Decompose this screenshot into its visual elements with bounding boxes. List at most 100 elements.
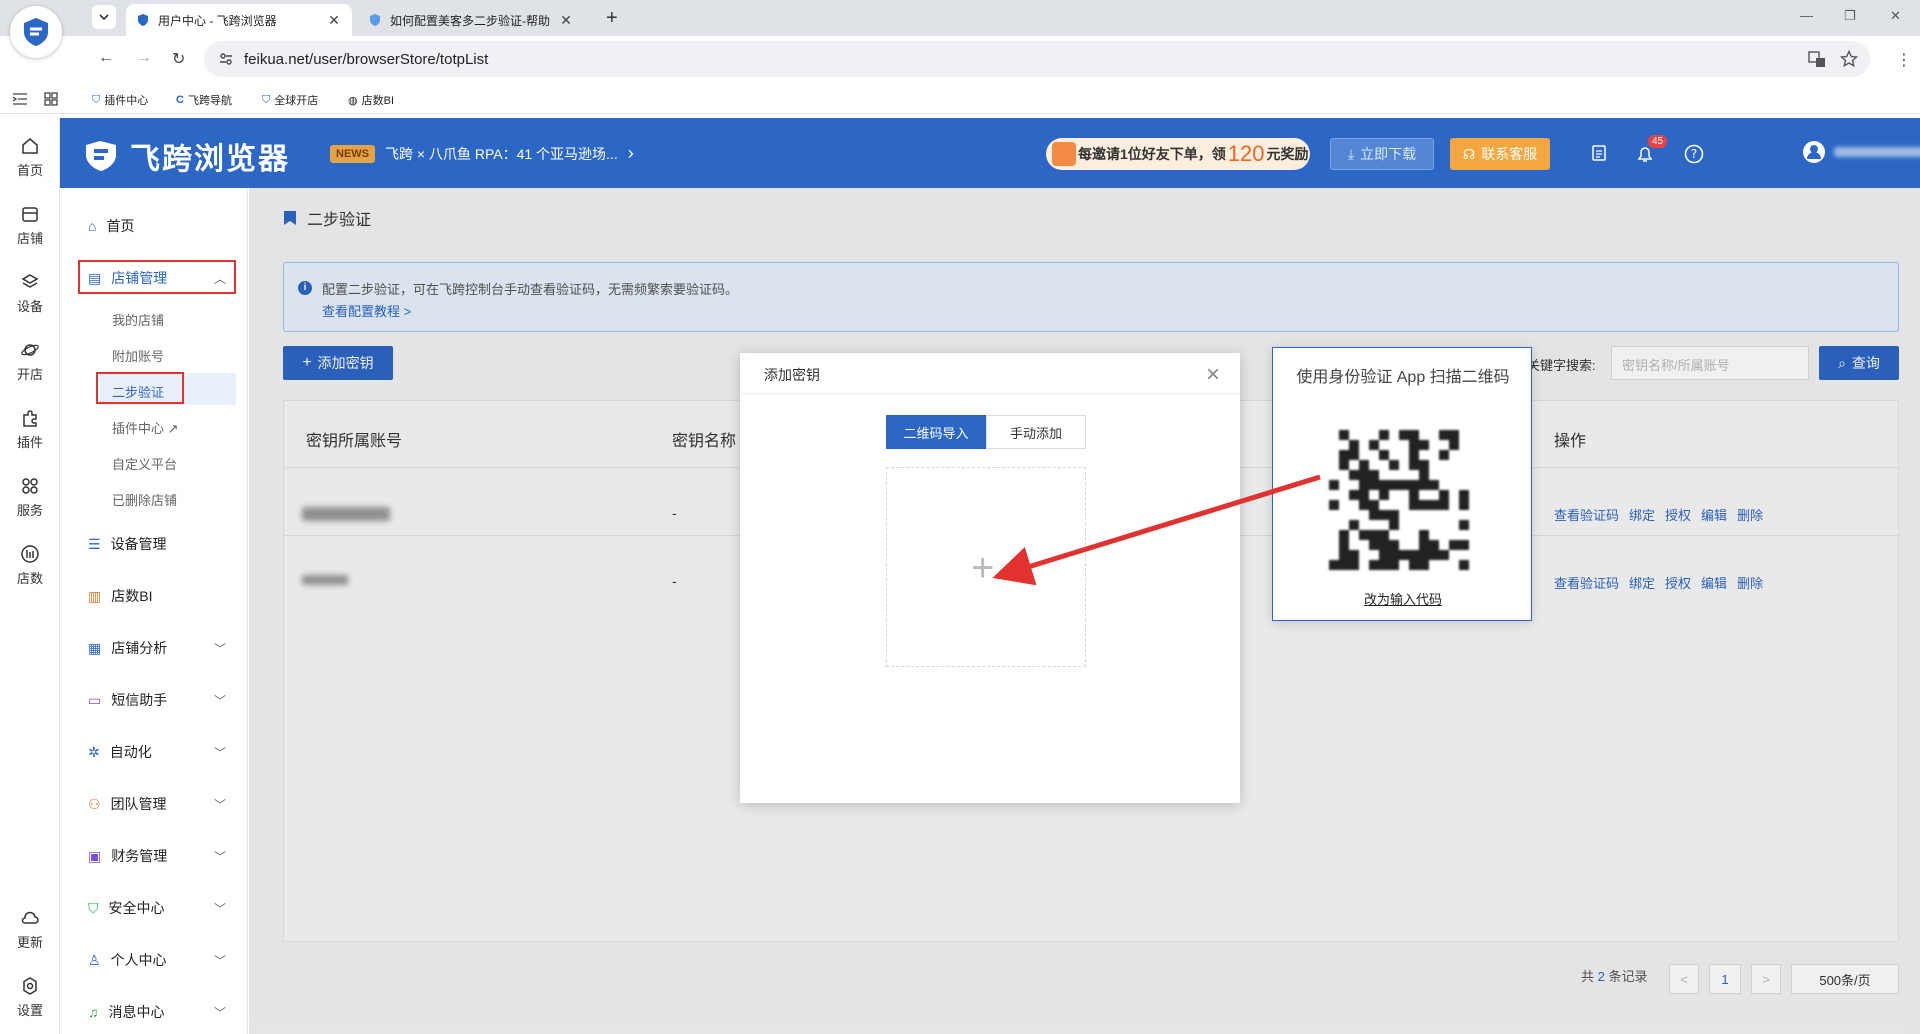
- rail-home[interactable]: 首页: [0, 136, 60, 179]
- qr-module: [1419, 440, 1429, 450]
- tab-qr-import[interactable]: 二维码导入: [886, 415, 986, 449]
- grid-icon: ▦: [88, 639, 102, 656]
- wallet-icon: ▣: [88, 847, 102, 864]
- user-menu[interactable]: ▼: [1802, 140, 1920, 164]
- tab-close-button[interactable]: ✕: [326, 12, 342, 29]
- rail-store[interactable]: 店铺: [0, 204, 60, 247]
- modal-title: 添加密钥: [764, 367, 820, 383]
- tab-close-button[interactable]: ✕: [558, 12, 574, 29]
- bookmark-feikua-nav[interactable]: C 飞跨导航: [176, 92, 232, 108]
- qr-module: [1439, 450, 1449, 460]
- browser-menu-icon[interactable]: ⋮: [1896, 50, 1912, 70]
- close-window-button[interactable]: ✕: [1890, 8, 1901, 24]
- app-logo[interactable]: 飞跨浏览器: [82, 134, 290, 178]
- sidebar-item-messages[interactable]: ♫ 消息中心 ﹀: [60, 994, 248, 1030]
- qr-module: [1419, 530, 1429, 540]
- qr-module: [1409, 550, 1419, 560]
- help-circle-icon[interactable]: ?: [1684, 144, 1704, 164]
- sidebar-item-sms-assistant[interactable]: ▭ 短信助手 ﹀: [60, 682, 248, 718]
- sidebar-item-automation[interactable]: ✲ 自动化 ﹀: [60, 734, 248, 770]
- qr-module: [1409, 500, 1419, 510]
- rail-settings[interactable]: 设置: [0, 976, 60, 1019]
- qr-module: [1419, 470, 1429, 480]
- download-button[interactable]: ⤓ 立即下载: [1330, 138, 1434, 170]
- sidebar-sub-my-stores[interactable]: 我的店铺: [112, 310, 164, 329]
- bookmark-global-store[interactable]: ⛉ 全球开店: [262, 92, 318, 108]
- sidebar-item-security[interactable]: ⛉ 安全中心 ﹀: [60, 890, 248, 926]
- sidebar-sub-deleted-stores[interactable]: 已删除店铺: [112, 490, 177, 509]
- notification-count-badge: 45: [1648, 135, 1668, 148]
- qr-module: [1379, 560, 1389, 570]
- sidebar-sub-plugin-center[interactable]: 插件中心 ↗: [112, 418, 179, 437]
- planet-icon: [21, 344, 39, 356]
- rail-plugins[interactable]: 插件: [0, 408, 60, 451]
- home-icon: ⌂: [88, 218, 97, 234]
- puzzle-icon: [23, 410, 37, 427]
- promo-suffix: 元奖励: [1266, 146, 1309, 162]
- sidebar-item-store-bi[interactable]: ▥ 店数BI: [60, 578, 248, 614]
- sidebar-item-finance[interactable]: ▣ 财务管理 ﹀: [60, 838, 248, 874]
- qr-module: [1349, 550, 1359, 560]
- sidebar-item-devices[interactable]: ☰ 设备管理: [60, 526, 248, 562]
- promo-text: 每邀请1位好友下单，领: [1078, 146, 1226, 162]
- sidebar-sub-extra-accounts[interactable]: 附加账号: [112, 346, 164, 365]
- bookmark-plugin-center[interactable]: ⛉ 插件中心: [92, 92, 148, 108]
- enter-code-link[interactable]: 改为输入代码: [1273, 589, 1533, 608]
- promo-amount: 120: [1227, 141, 1265, 166]
- contact-support-button[interactable]: ☊ 联系客服: [1450, 138, 1550, 170]
- rail-store-bi[interactable]: 店数: [0, 544, 60, 587]
- qr-module: [1409, 450, 1419, 460]
- bookmark-star-icon[interactable]: [1840, 50, 1858, 68]
- qr-scan-popup: 使用身份验证 App 扫描二维码 改为输入代码: [1272, 347, 1532, 621]
- sidebar-toggle-icon[interactable]: [12, 92, 28, 106]
- shield-check-icon: ⛉: [88, 899, 99, 916]
- qr-module: [1389, 560, 1399, 570]
- qr-module: [1389, 510, 1399, 520]
- restore-button[interactable]: ❐: [1844, 8, 1856, 24]
- tab-user-center[interactable]: 用户中心 - 飞跨浏览器 ✕: [126, 4, 352, 36]
- news-ticker[interactable]: NEWS 飞跨 × 八爪鱼 RPA：41 个亚马逊场... ›: [330, 143, 634, 164]
- sidebar-item-profile[interactable]: ♙ 个人中心 ﹀: [60, 942, 248, 978]
- invite-promo-banner[interactable]: 每邀请1位好友下单，领 120 元奖励: [1046, 138, 1310, 170]
- bookmark-label: 全球开店: [274, 95, 319, 107]
- rail-devices[interactable]: 设备: [0, 272, 60, 315]
- sidebar-sub-custom-platform[interactable]: 自定义平台: [112, 454, 177, 473]
- sidebar-item-label: 设备管理: [110, 536, 167, 552]
- back-button[interactable]: ←: [98, 49, 114, 67]
- tab-search-button[interactable]: [92, 5, 116, 29]
- qr-module: [1349, 470, 1359, 480]
- document-icon[interactable]: [1590, 144, 1608, 162]
- reload-button[interactable]: ↻: [172, 49, 185, 69]
- person-icon: ♙: [88, 951, 101, 968]
- bookmark-store-bi[interactable]: ◍ 店数BI: [348, 92, 394, 108]
- rail-open-store[interactable]: 开店: [0, 340, 60, 383]
- minimize-button[interactable]: —: [1800, 8, 1813, 23]
- qr-upload-area[interactable]: +: [886, 467, 1086, 667]
- rail-services[interactable]: 服务: [0, 476, 60, 519]
- sidebar-item-team[interactable]: ⚇ 团队管理 ﹀: [60, 786, 248, 822]
- tab-help-article[interactable]: 如何配置美客多二步验证-帮助 ✕: [358, 4, 584, 36]
- url-text: feikua.net/user/browserStore/totpList: [244, 50, 489, 68]
- qr-module: [1429, 480, 1439, 490]
- address-bar[interactable]: feikua.net/user/browserStore/totpList: [204, 41, 1870, 77]
- translate-icon[interactable]: [1808, 50, 1826, 68]
- chevron-down-icon: ﹀: [213, 693, 226, 708]
- team-icon: ⚇: [88, 795, 101, 812]
- highlight-box: [78, 260, 236, 294]
- news-badge: NEWS: [330, 144, 375, 163]
- qr-module: [1459, 520, 1469, 530]
- tab-manual-add[interactable]: 手动添加: [986, 415, 1086, 449]
- qr-module: [1369, 500, 1379, 510]
- apps-grid-icon[interactable]: [44, 92, 58, 106]
- new-tab-button[interactable]: +: [606, 7, 618, 30]
- news-text: 飞跨 × 八爪鱼 RPA：41 个亚马逊场...: [385, 145, 618, 162]
- sidebar-item-label: 短信助手: [111, 692, 168, 708]
- forward-button[interactable]: →: [136, 49, 152, 67]
- sidebar-item-label: 首页: [106, 218, 135, 234]
- sidebar-item-store-analysis[interactable]: ▦ 店铺分析 ﹀: [60, 630, 248, 666]
- qr-code-image: [1329, 430, 1469, 570]
- close-icon[interactable]: ×: [1206, 361, 1220, 389]
- site-info-icon[interactable]: [218, 51, 234, 67]
- sidebar-item-home[interactable]: ⌂ 首页: [60, 208, 248, 244]
- rail-update[interactable]: 更新: [0, 908, 60, 951]
